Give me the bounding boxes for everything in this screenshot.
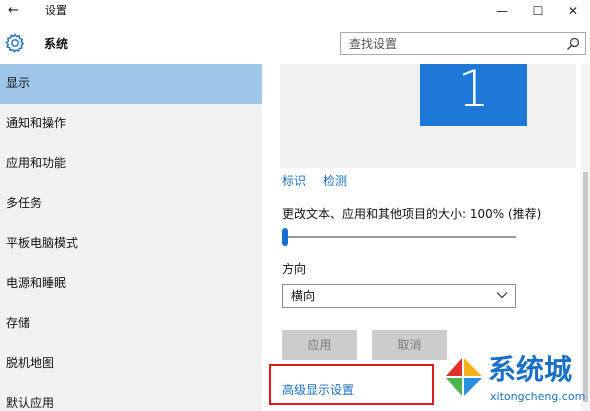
sidebar-item-notifications[interactable]: 通知和操作 (0, 104, 262, 144)
scale-slider[interactable] (282, 228, 516, 246)
watermark-url: xitongcheng.com (490, 390, 586, 403)
sidebar-item-label: 电源和睡眠 (6, 276, 67, 290)
sidebar-item-label: 多任务 (6, 196, 43, 210)
orientation-dropdown[interactable]: 横向 (282, 284, 516, 308)
close-button[interactable]: ✕ (556, 0, 590, 22)
sidebar-item-apps[interactable]: 应用和功能 (0, 144, 262, 184)
sidebar-item-label: 应用和功能 (6, 156, 67, 170)
sidebar-item-default-apps[interactable]: 默认应用 (0, 384, 262, 411)
watermark-logo-icon (446, 358, 482, 396)
gear-icon (5, 33, 25, 53)
sidebar-item-label: 通知和操作 (6, 116, 67, 130)
sidebar-item-label: 平板电脑模式 (6, 236, 79, 250)
monitor-arrangement-area: 1 (280, 64, 576, 168)
sidebar-item-label: 显示 (6, 76, 31, 90)
cancel-button[interactable]: 取消 (372, 330, 447, 360)
back-arrow-icon[interactable]: ← (8, 2, 28, 20)
search-input[interactable]: 查找设置 (340, 32, 586, 55)
monitor-number: 1 (457, 60, 490, 118)
orientation-label: 方向 (282, 262, 307, 276)
slider-thumb[interactable] (282, 228, 288, 246)
watermark-text: 系统城 (488, 353, 573, 386)
scale-label: 更改文本、应用和其他项目的大小: 100% (推荐) (282, 207, 542, 221)
apply-button[interactable]: 应用 (282, 330, 357, 360)
identify-link[interactable]: 标识 (282, 173, 306, 189)
orientation-value: 横向 (291, 289, 316, 303)
advanced-display-settings-link[interactable]: 高级显示设置 (282, 382, 354, 398)
detect-link[interactable]: 检测 (323, 173, 347, 189)
title-bar: ← 设置 — ☐ ✕ (0, 0, 590, 22)
search-icon[interactable] (566, 37, 580, 51)
watermark: 系统城 xitongcheng.com (438, 354, 590, 411)
header: 系统 查找设置 (0, 22, 590, 64)
sidebar-item-label: 默认应用 (6, 396, 55, 410)
page-title: 系统 (44, 37, 69, 51)
sidebar-item-label: 存储 (6, 316, 31, 330)
search-placeholder: 查找设置 (349, 37, 398, 51)
chevron-down-icon (496, 292, 508, 299)
sidebar-item-tablet-mode[interactable]: 平板电脑模式 (0, 224, 262, 264)
sidebar: 显示 通知和操作 应用和功能 多任务 平板电脑模式 电源和睡眠 存储 脱机地图 … (0, 64, 262, 411)
slider-track (282, 236, 516, 238)
sidebar-item-storage[interactable]: 存储 (0, 304, 262, 344)
maximize-button[interactable]: ☐ (521, 0, 555, 22)
sidebar-item-display[interactable]: 显示 (0, 64, 262, 104)
window-title: 设置 (45, 4, 67, 17)
sidebar-item-power-sleep[interactable]: 电源和睡眠 (0, 264, 262, 304)
monitor-tile[interactable]: 1 (420, 64, 527, 126)
sidebar-item-multitasking[interactable]: 多任务 (0, 184, 262, 224)
sidebar-item-offline-maps[interactable]: 脱机地图 (0, 344, 262, 384)
minimize-button[interactable]: — (485, 0, 519, 22)
sidebar-item-label: 脱机地图 (6, 356, 55, 370)
